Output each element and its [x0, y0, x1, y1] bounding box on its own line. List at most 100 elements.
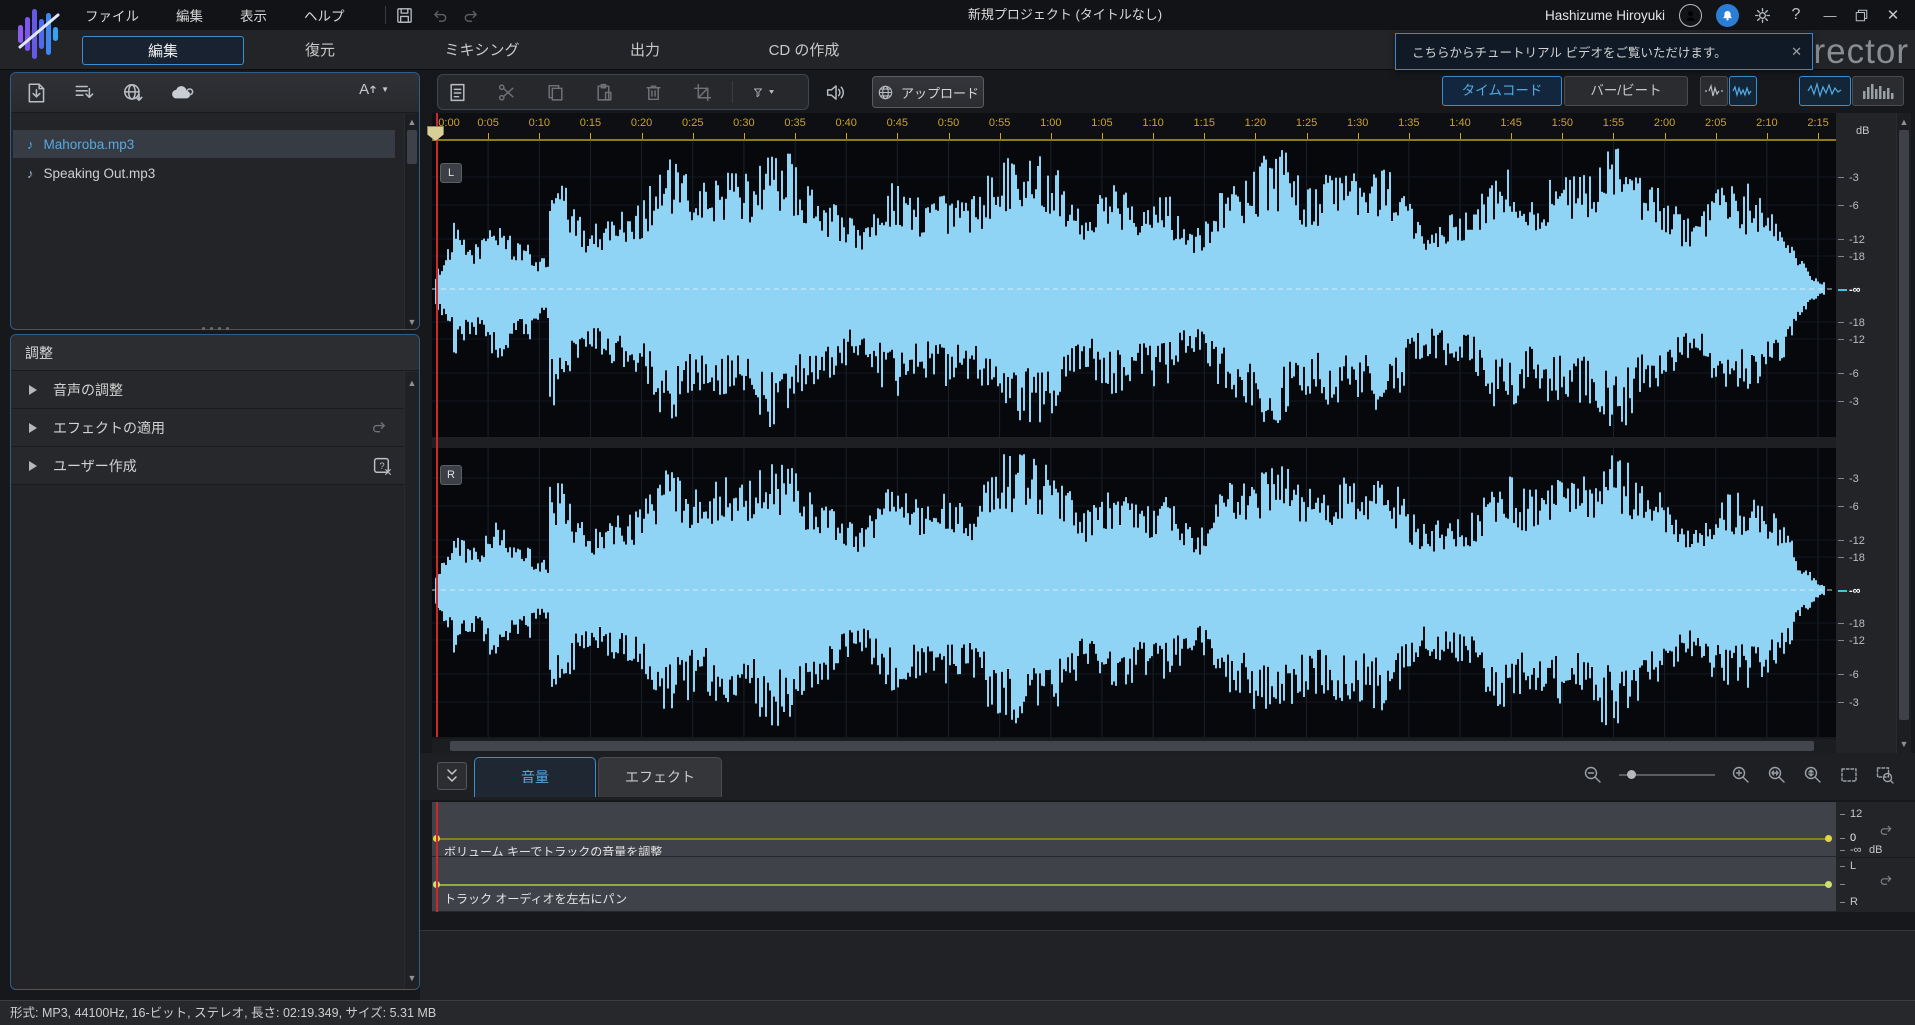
notification-bell-icon[interactable]	[1716, 4, 1739, 27]
scroll-up-icon[interactable]: ▲	[407, 378, 417, 388]
expand-arrow-icon[interactable]	[29, 461, 37, 471]
menu-help[interactable]: ヘルプ	[304, 5, 345, 25]
reset-pan-icon[interactable]	[1878, 872, 1895, 889]
marker-icon[interactable]	[752, 83, 774, 102]
fit-waveform-button[interactable]	[1700, 76, 1728, 106]
zoom-out-icon[interactable]	[1583, 765, 1603, 785]
timeline-ruler[interactable]: 0:000:050:100:150:200:250:300:350:400:45…	[432, 113, 1836, 141]
paste-icon[interactable]	[593, 82, 615, 103]
zoom-region-icon[interactable]	[1875, 765, 1895, 785]
create-preset-icon[interactable]: ?	[372, 456, 393, 477]
scroll-up-icon[interactable]: ▲	[407, 117, 417, 127]
tooltip-close-icon[interactable]: ✕	[1783, 44, 1802, 60]
zoom-slider-handle[interactable]	[1627, 770, 1636, 779]
waveform-view-button[interactable]	[1799, 76, 1851, 106]
tab-mixing[interactable]: ミキシング	[400, 36, 564, 65]
zoom-selection-icon[interactable]	[1767, 765, 1787, 785]
delete-trash-icon[interactable]	[642, 82, 664, 103]
stretch-waveform-button[interactable]	[1729, 76, 1757, 106]
redo-icon[interactable]	[462, 6, 481, 25]
tab-restore[interactable]: 復元	[250, 36, 390, 65]
db-tick	[1838, 478, 1844, 479]
zoom-in-icon[interactable]	[1731, 765, 1751, 785]
pan-keyframe-line[interactable]	[436, 884, 1828, 886]
db-scale-label: -12	[1849, 234, 1865, 246]
expand-arrow-icon[interactable]	[29, 385, 37, 395]
expand-arrow-icon[interactable]	[29, 423, 37, 433]
scroll-up-icon[interactable]: ▲	[1899, 117, 1909, 127]
spectral-view-button[interactable]	[1852, 76, 1904, 106]
cut-scissors-icon[interactable]	[495, 82, 517, 103]
close-icon[interactable]: ✕	[1883, 6, 1903, 24]
ruler-time-label: 2:00	[1654, 117, 1675, 129]
settings-gear-icon[interactable]	[1753, 6, 1772, 25]
minimize-icon[interactable]: —	[1820, 8, 1840, 23]
tab-edit[interactable]: 編集	[82, 36, 244, 65]
text-size-dropdown[interactable]: A▼	[359, 81, 389, 98]
scroll-down-icon[interactable]: ▼	[407, 317, 417, 327]
cloud-icon[interactable]	[169, 81, 195, 105]
user-name[interactable]: Hashizume Hiroyuki	[1545, 8, 1665, 23]
restore-icon[interactable]	[1854, 8, 1869, 23]
menu-edit[interactable]: 編集	[176, 5, 203, 25]
scrollbar-thumb[interactable]	[407, 130, 417, 164]
volume-keyframe-line[interactable]	[436, 838, 1828, 840]
pan-track[interactable]: トラック オーディオを左右にパン	[432, 857, 1836, 912]
pan-keyframe-end[interactable]	[1825, 881, 1832, 888]
ruler-time-label: 1:50	[1552, 117, 1573, 129]
ruler-time-label: 1:20	[1245, 117, 1266, 129]
scrollbar-thumb[interactable]	[1899, 130, 1909, 720]
db-tick	[1838, 289, 1847, 291]
adjust-header: 調整	[11, 335, 419, 371]
account-icon[interactable]	[1679, 4, 1702, 27]
adjust-item-user-created[interactable]: ユーザー作成?	[11, 447, 419, 485]
adjust-scrollbar[interactable]: ▲ ▼	[404, 372, 419, 989]
menu-file[interactable]: ファイル	[85, 5, 139, 25]
scroll-down-icon[interactable]: ▼	[1899, 739, 1909, 749]
library-scrollbar[interactable]: ▲ ▼	[404, 114, 419, 330]
tab-effect[interactable]: エフェクト	[598, 757, 722, 797]
zoom-vertical-icon[interactable]	[1803, 765, 1823, 785]
waveform-display[interactable]	[432, 141, 1836, 737]
import-file-icon[interactable]	[25, 81, 49, 105]
trim-icon[interactable]	[691, 82, 713, 103]
ruler-time-label: 0:25	[682, 117, 703, 129]
copy-icon[interactable]	[544, 82, 566, 103]
playhead-line[interactable]	[436, 113, 438, 737]
collapse-tracks-button[interactable]	[437, 762, 467, 790]
speaker-icon[interactable]	[824, 81, 847, 104]
adjust-item-label: エフェクトの適用	[53, 418, 165, 438]
hscroll-thumb[interactable]	[450, 741, 1814, 751]
ruler-time-label: 1:25	[1296, 117, 1317, 129]
tab-volume[interactable]: 音量	[474, 757, 596, 797]
fit-project-icon[interactable]	[1839, 765, 1859, 785]
menu-view[interactable]: 表示	[240, 5, 267, 25]
undo-effect-icon[interactable]	[370, 418, 389, 437]
properties-icon[interactable]	[446, 82, 468, 103]
waveform-vscrollbar[interactable]: ▲ ▼	[1896, 113, 1911, 753]
timecode-toggle[interactable]: タイムコード	[1442, 76, 1562, 106]
undo-icon[interactable]	[430, 6, 449, 25]
upload-globe-icon	[877, 84, 894, 101]
adjust-item-apply-effect[interactable]: エフェクトの適用	[11, 409, 419, 447]
upload-button[interactable]: アップロード	[872, 76, 984, 108]
zoom-slider[interactable]	[1619, 774, 1715, 776]
app-logo	[12, 3, 66, 65]
tab-produce[interactable]: 出力	[572, 36, 718, 65]
import-playlist-icon[interactable]	[73, 81, 97, 105]
volume-keyframe-end[interactable]	[1825, 835, 1832, 842]
save-icon[interactable]	[395, 6, 414, 25]
menu-separator	[385, 6, 386, 24]
panel-splitter[interactable]	[180, 324, 250, 332]
reset-volume-icon[interactable]	[1878, 822, 1895, 839]
file-item[interactable]: ♪Mahoroba.mp3	[13, 130, 395, 158]
help-icon[interactable]: ?	[1786, 6, 1806, 24]
scroll-down-icon[interactable]: ▼	[407, 973, 417, 983]
download-audio-icon[interactable]	[121, 81, 145, 105]
adjust-item-audio-adjust[interactable]: 音声の調整	[11, 371, 419, 409]
volume-track[interactable]: ボリューム キーでトラックの音量を調整	[432, 802, 1836, 857]
tab-cd[interactable]: CD の作成	[722, 36, 886, 65]
bar-beat-toggle[interactable]: バー/ビート	[1564, 76, 1688, 106]
file-item[interactable]: ♪Speaking Out.mp3	[13, 159, 395, 187]
right-channel-label: R	[440, 465, 462, 485]
